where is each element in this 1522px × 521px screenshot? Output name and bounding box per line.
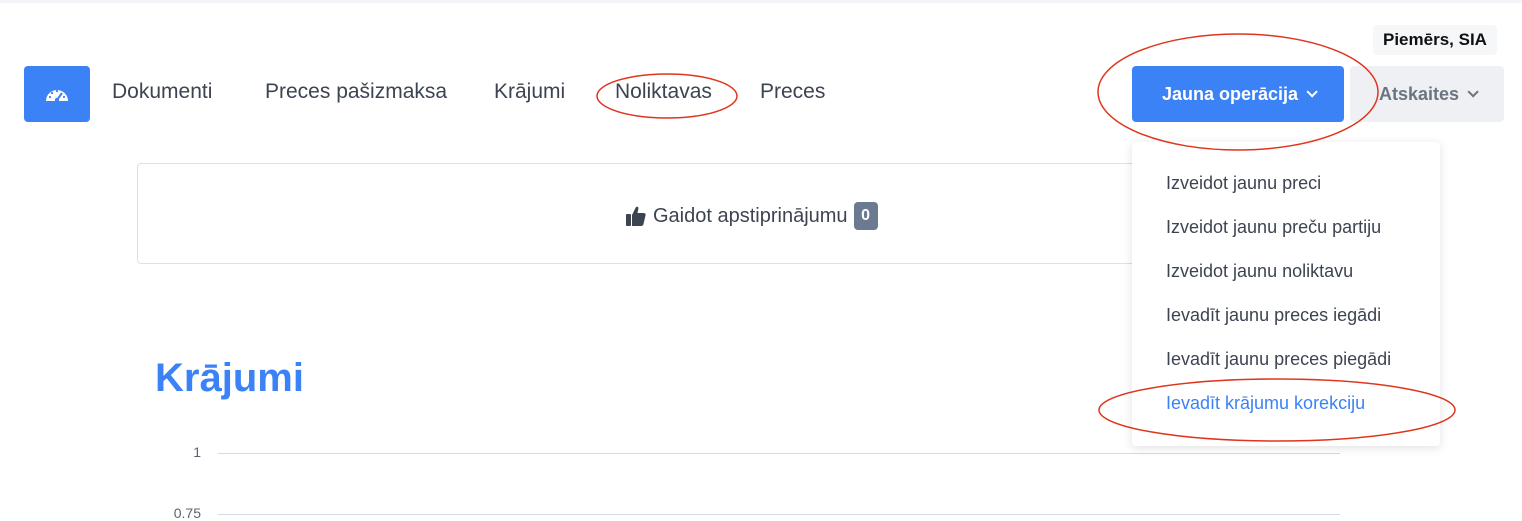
new-operation-button[interactable]: Jauna operācija [1132, 66, 1344, 122]
speedometer-icon [46, 89, 68, 103]
y-tick-label: 0.75 [173, 505, 201, 521]
dashboard-button[interactable] [24, 66, 90, 122]
menu-item-enter-purchase[interactable]: Ievadīt jaunu preces iegādi [1166, 300, 1381, 330]
chevron-down-icon [1306, 86, 1318, 98]
menu-item-create-batch[interactable]: Izveidot jaunu preču partiju [1166, 212, 1381, 242]
nav-item-krajumi[interactable]: Krājumi [494, 66, 565, 122]
pending-approval-label: Gaidot apstiprinājumu [653, 204, 848, 227]
company-name[interactable]: Piemērs, SIA [1373, 25, 1497, 55]
pending-count-badge: 0 [853, 202, 878, 230]
pending-approval-card[interactable]: Gaidot apstiprinājumu 0 [137, 163, 1179, 264]
menu-item-enter-delivery[interactable]: Ievadīt jaunu preces piegādi [1166, 344, 1391, 374]
menu-item-create-warehouse[interactable]: Izveidot jaunu noliktavu [1166, 256, 1353, 286]
pending-approval: Gaidot apstiprinājumu 0 [625, 201, 878, 231]
new-operation-label: Jauna operācija [1161, 83, 1299, 104]
new-operation-menu: Izveidot jaunu preci Izveidot jaunu preč… [1132, 142, 1440, 446]
chevron-down-icon [1467, 86, 1479, 98]
section-title: Krājumi [155, 356, 304, 400]
nav-item-dokumenti[interactable]: Dokumenti [112, 66, 212, 122]
reports-label: Atskaites [1378, 83, 1460, 104]
nav-item-noliktavas[interactable]: Noliktavas [615, 66, 712, 122]
reports-button[interactable]: Atskaites [1350, 66, 1504, 122]
y-tick-label: 1 [193, 444, 201, 460]
nav-item-preces-pasizmaksa[interactable]: Preces pašizmaksa [265, 66, 447, 122]
thumbs-up-icon [626, 206, 646, 226]
top-border [0, 0, 1522, 3]
menu-item-stock-correction[interactable]: Ievadīt krājumu korekciju [1166, 388, 1365, 418]
chart-gridline [218, 453, 1340, 454]
nav-item-preces[interactable]: Preces [760, 66, 825, 122]
chart-gridline [218, 514, 1340, 515]
menu-item-create-product[interactable]: Izveidot jaunu preci [1166, 168, 1321, 198]
